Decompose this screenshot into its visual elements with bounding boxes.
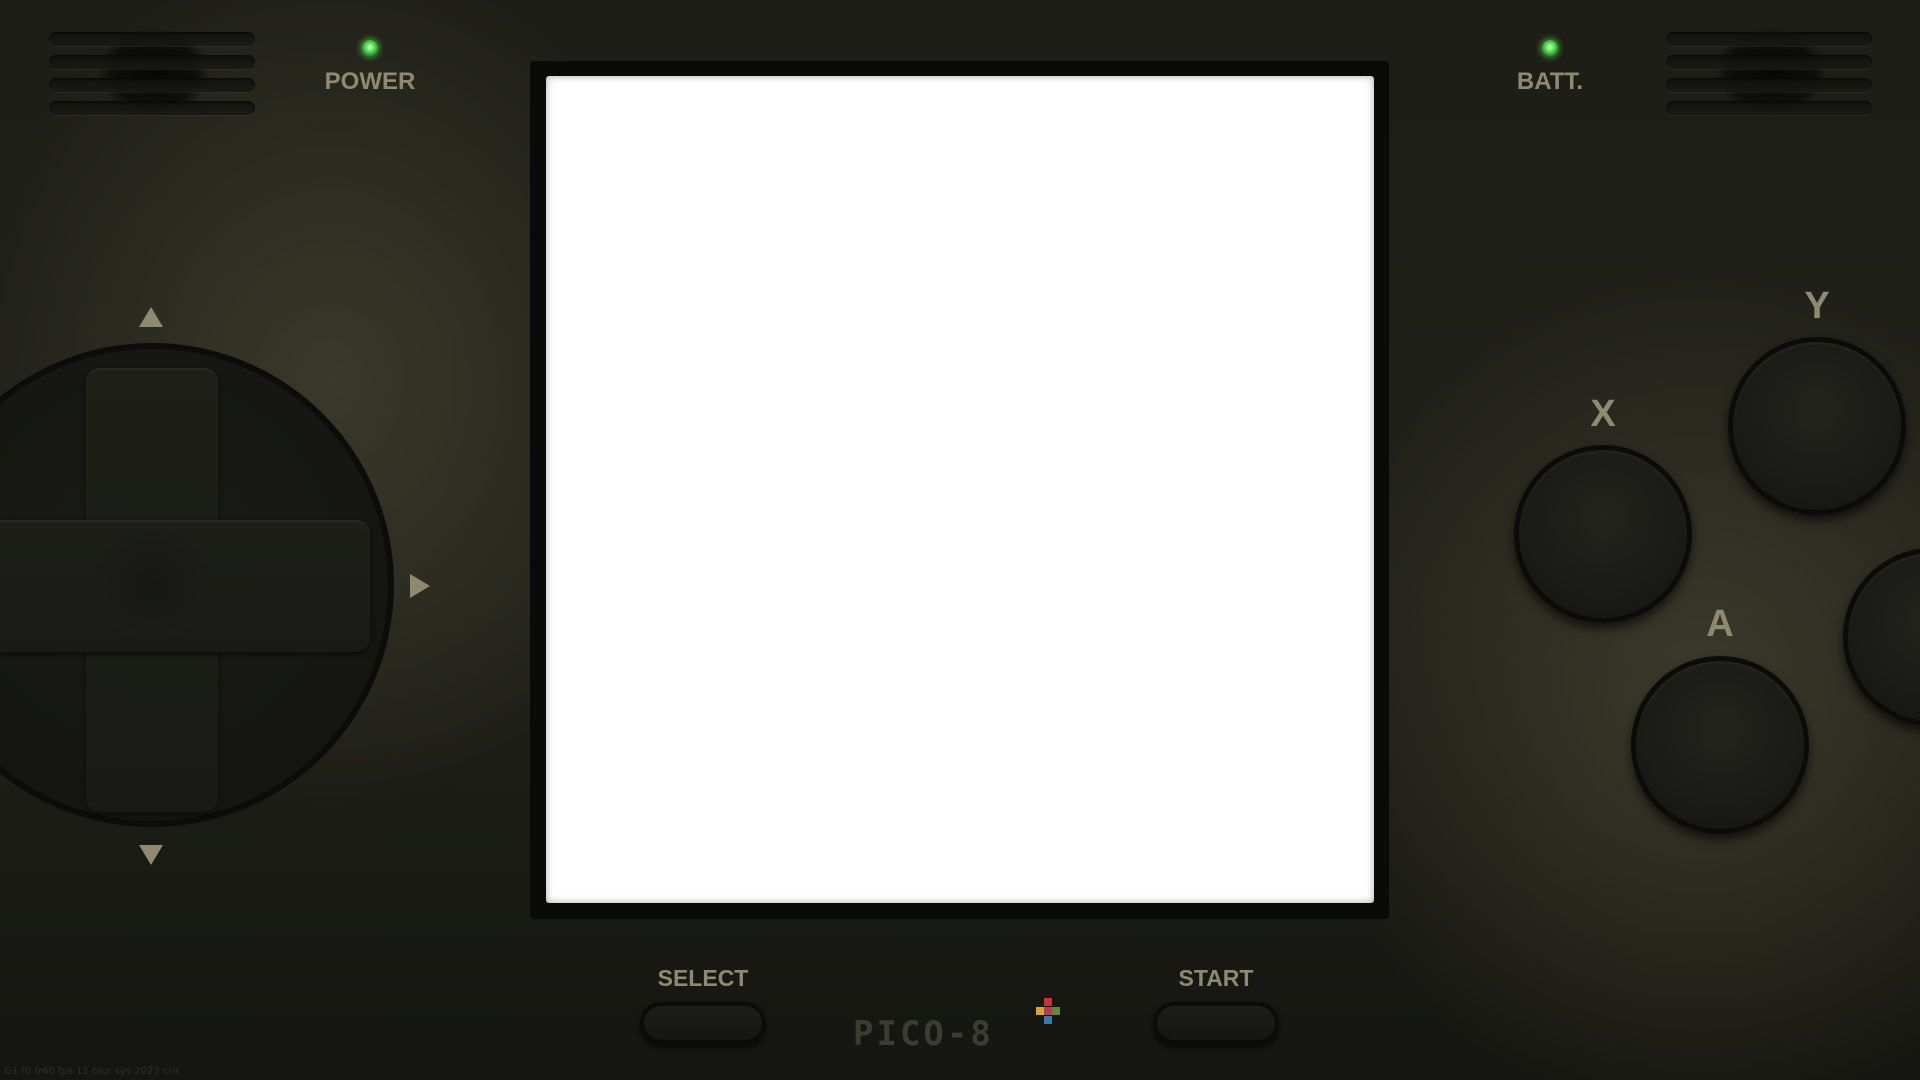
y-button-label: Y [1804,285,1830,327]
pico8-logo: PICO-8 [853,1016,1038,1052]
dpad-down-arrow-icon [139,845,163,865]
select-label: SELECT [657,965,749,991]
start-label: START [1178,965,1254,991]
battery-label: BATT. [1516,68,1584,95]
game-screen[interactable] [546,76,1374,903]
start-button[interactable] [1153,1002,1279,1044]
handheld-console: POWER BATT. X Y A SELECT START PICO-8 G1… [0,0,1920,1080]
pico8-logo-text: PICO-8 [853,1014,994,1054]
dpad-center [96,530,208,642]
select-button[interactable] [640,1002,766,1044]
battery-led-icon [1542,40,1558,56]
a-button[interactable] [1631,656,1809,834]
dpad-right-arrow-icon [410,574,430,598]
power-led-icon [362,40,378,56]
x-button-label: X [1590,393,1616,435]
b-button[interactable] [1843,548,1920,726]
y-button[interactable] [1728,337,1906,515]
x-button[interactable] [1514,445,1692,623]
a-button-label: A [1706,603,1734,645]
right-speaker-grill [1666,28,1872,116]
footnote-text: G1 f0 fr60 fps 11 blur sys 2023 chk [4,1066,181,1077]
colorful-plus-icon [1036,998,1060,1024]
left-speaker-grill [49,28,255,116]
power-label: POWER [324,68,416,95]
dpad-up-arrow-icon [139,307,163,327]
